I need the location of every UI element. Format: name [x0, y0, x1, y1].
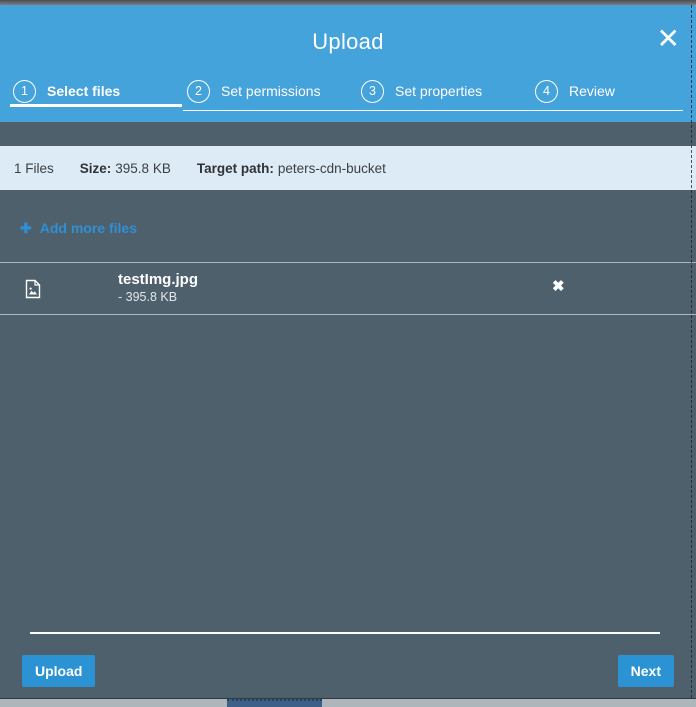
- add-more-files-button[interactable]: ✚ Add more files: [20, 220, 137, 236]
- step-1-badge: 1: [13, 79, 36, 103]
- step-number: 4: [543, 83, 550, 98]
- page-bottom-strip: [0, 699, 696, 707]
- step-tabs: 1 Select files 2 Set permissions 3 Set p…: [0, 76, 696, 106]
- background-element-behind-modal: [227, 699, 322, 707]
- remove-icon: ✖: [552, 278, 565, 295]
- next-button[interactable]: Next: [617, 655, 674, 687]
- target-path-label: Target path:: [196, 160, 274, 176]
- page-background: Upload ✕ 1 Select files 2 Set permission…: [0, 0, 696, 707]
- step-number: 3: [369, 83, 376, 98]
- file-row: testImg.jpg - 395.8 KB ✖: [0, 262, 696, 315]
- step-number: 2: [195, 83, 202, 98]
- upload-summary-bar: 1 Files Size: 395.8 KB Target path: peters…: [0, 146, 696, 190]
- focus-outline-right: [691, 5, 692, 698]
- file-list: testImg.jpg - 395.8 KB ✖: [0, 262, 696, 315]
- add-more-files-label: Add more files: [39, 220, 137, 236]
- step-2-badge: 2: [187, 79, 210, 103]
- step-4-badge: 4: [535, 79, 558, 103]
- upload-button[interactable]: Upload: [22, 655, 96, 687]
- file-meta: testImg.jpg - 395.8 KB: [118, 271, 198, 304]
- upload-dialog: Upload ✕ 1 Select files 2 Set permission…: [0, 5, 696, 699]
- tab-set-properties[interactable]: 3 Set properties: [348, 76, 522, 106]
- target-path-value: peters-cdn-bucket: [277, 160, 386, 176]
- tab-review[interactable]: 4 Review: [522, 76, 696, 106]
- step-label: Review: [569, 83, 615, 99]
- total-size: Size: 395.8 KB: [80, 161, 171, 176]
- file-count: 1 Files: [14, 160, 54, 176]
- step-label: Set properties: [395, 83, 483, 99]
- remove-file-button[interactable]: ✖: [552, 277, 565, 295]
- tab-select-files[interactable]: 1 Select files: [0, 76, 174, 106]
- dialog-title: Upload: [312, 29, 384, 54]
- file-name: testImg.jpg: [118, 271, 199, 288]
- size-label: Size:: [79, 160, 112, 176]
- footer-divider: [30, 632, 660, 634]
- step-label: Select files: [47, 83, 121, 99]
- dialog-header: Upload ✕ 1 Select files 2 Set permission…: [0, 5, 696, 122]
- tabs-baseline: [183, 110, 683, 111]
- active-tab-underline: [10, 104, 182, 107]
- file-size: - 395.8 KB: [118, 290, 178, 304]
- close-icon: ✕: [656, 23, 680, 54]
- step-label: Set permissions: [221, 83, 321, 99]
- image-file-icon: [25, 279, 41, 299]
- close-button[interactable]: ✕: [657, 25, 680, 53]
- step-3-badge: 3: [361, 79, 384, 103]
- size-value: 395.8 KB: [115, 160, 171, 176]
- tab-set-permissions[interactable]: 2 Set permissions: [174, 76, 348, 106]
- step-number: 1: [21, 83, 28, 98]
- target-path: Target path: peters-cdn-bucket: [197, 161, 386, 176]
- plus-icon: ✚: [20, 220, 32, 236]
